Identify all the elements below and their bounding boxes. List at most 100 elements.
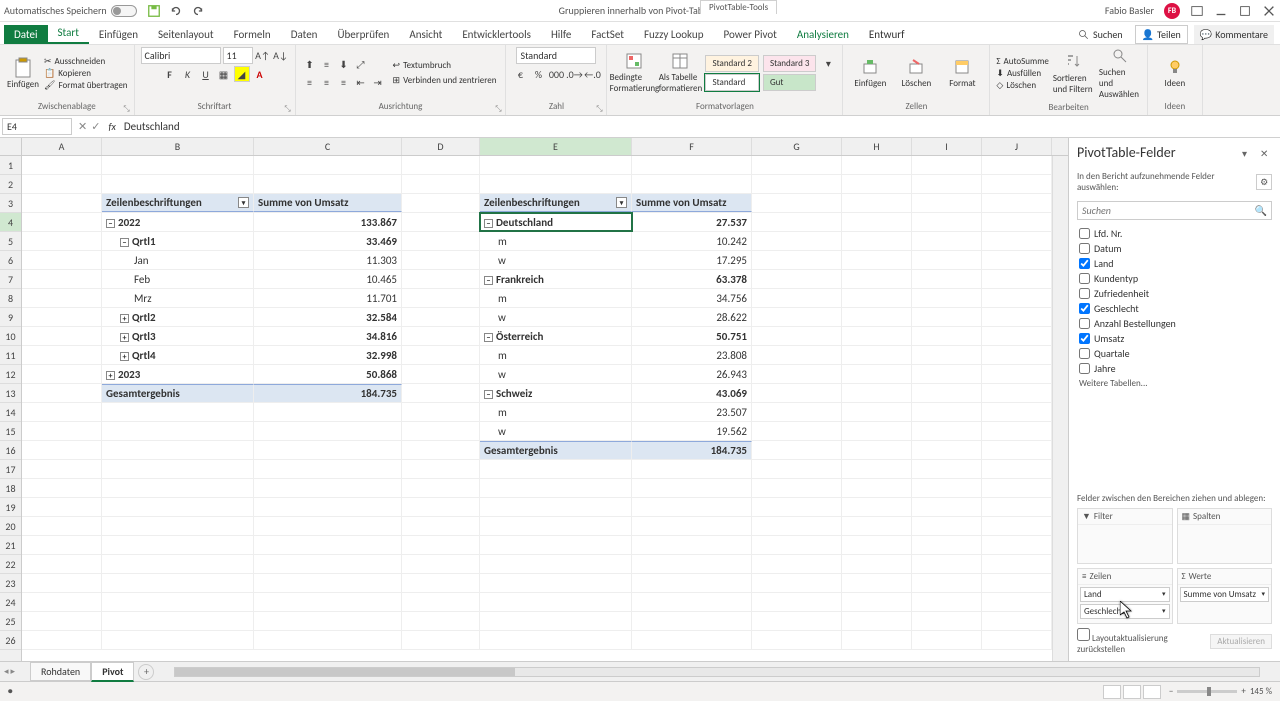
clear-button[interactable]: ◇ Löschen: [996, 80, 1048, 91]
tab-data[interactable]: Daten: [281, 25, 328, 44]
cell[interactable]: −Qrtl1: [102, 232, 254, 250]
field-checkbox[interactable]: [1079, 273, 1090, 284]
col-header-d[interactable]: D: [402, 138, 480, 155]
field-checkbox[interactable]: [1079, 348, 1090, 359]
row-header[interactable]: 6: [0, 251, 21, 270]
row-header[interactable]: 24: [0, 593, 21, 612]
cell[interactable]: 184.735: [254, 384, 402, 402]
filter-area[interactable]: ▼Filter: [1077, 508, 1173, 564]
cell[interactable]: [842, 403, 912, 421]
cell[interactable]: [842, 479, 912, 497]
cell[interactable]: [912, 194, 982, 212]
cell[interactable]: [254, 612, 402, 630]
number-format-select[interactable]: Standard: [516, 47, 596, 64]
cell[interactable]: w: [480, 422, 632, 440]
field-checkbox[interactable]: [1079, 228, 1090, 239]
sheet-nav-first-icon[interactable]: ◂: [4, 666, 9, 677]
cell[interactable]: [912, 308, 982, 326]
cell[interactable]: [632, 517, 752, 535]
cell[interactable]: Mrz: [102, 289, 254, 307]
cell[interactable]: [632, 156, 752, 174]
tab-insert[interactable]: Einfügen: [89, 25, 148, 44]
cell[interactable]: [752, 517, 842, 535]
expand-collapse-icon[interactable]: −: [484, 333, 493, 342]
share-button[interactable]: 👤 Teilen: [1135, 25, 1188, 44]
expand-collapse-icon[interactable]: +: [120, 333, 129, 342]
cell[interactable]: [254, 536, 402, 554]
cell[interactable]: [402, 403, 480, 421]
format-cells-button[interactable]: Format: [941, 58, 983, 89]
cell[interactable]: [254, 555, 402, 573]
expand-collapse-icon[interactable]: −: [484, 276, 493, 285]
update-button[interactable]: Aktualisieren: [1210, 634, 1272, 649]
cell[interactable]: Jan: [102, 251, 254, 269]
taskpane-dropdown-icon[interactable]: ▾: [1242, 147, 1254, 159]
cell[interactable]: [982, 251, 1052, 269]
field-item[interactable]: Lfd. Nr.: [1077, 226, 1272, 241]
cell[interactable]: [102, 574, 254, 592]
cell[interactable]: [982, 403, 1052, 421]
cell[interactable]: [842, 270, 912, 288]
cell[interactable]: [254, 517, 402, 535]
field-item[interactable]: Kundentyp: [1077, 271, 1272, 286]
cell[interactable]: [982, 574, 1052, 592]
increase-font-icon[interactable]: A↑: [255, 48, 271, 64]
cell[interactable]: [912, 612, 982, 630]
cell[interactable]: [632, 498, 752, 516]
cell[interactable]: [752, 498, 842, 516]
cell[interactable]: [632, 460, 752, 478]
format-painter-button[interactable]: 🖌 Format übertragen: [44, 80, 128, 91]
font-color-icon[interactable]: A: [252, 66, 268, 82]
cell[interactable]: [632, 536, 752, 554]
cell[interactable]: m: [480, 289, 632, 307]
cell[interactable]: [402, 631, 480, 649]
field-checkbox[interactable]: [1079, 288, 1090, 299]
cell[interactable]: 19.562: [632, 422, 752, 440]
cut-button[interactable]: ✂ Ausschneiden: [44, 56, 128, 67]
cell[interactable]: [912, 498, 982, 516]
find-select-button[interactable]: Suchen und Auswählen: [1099, 47, 1141, 100]
cell[interactable]: [752, 175, 842, 193]
horizontal-scrollbar[interactable]: [174, 667, 1260, 677]
cell[interactable]: [402, 213, 480, 231]
row-header[interactable]: 2: [0, 175, 21, 194]
cell[interactable]: [402, 346, 480, 364]
decimal-dec-icon[interactable]: ←.0: [584, 66, 600, 82]
cell[interactable]: [982, 156, 1052, 174]
cell[interactable]: [22, 327, 102, 345]
field-checkbox[interactable]: [1079, 333, 1090, 344]
cell[interactable]: 10.465: [254, 270, 402, 288]
row-header[interactable]: 15: [0, 422, 21, 441]
currency-icon[interactable]: €: [512, 66, 528, 82]
page-layout-view-icon[interactable]: [1123, 685, 1141, 699]
cell[interactable]: 63.378: [632, 270, 752, 288]
cell[interactable]: [102, 422, 254, 440]
cell[interactable]: [402, 194, 480, 212]
cell[interactable]: [632, 175, 752, 193]
cell[interactable]: [22, 593, 102, 611]
cell[interactable]: [842, 346, 912, 364]
wrap-text-button[interactable]: ↩ Textumbruch: [390, 59, 500, 72]
cell[interactable]: [22, 403, 102, 421]
comma-icon[interactable]: 000: [548, 66, 564, 82]
cell-style-standard[interactable]: Standard: [705, 74, 758, 91]
cell[interactable]: [912, 593, 982, 611]
cell[interactable]: [912, 631, 982, 649]
columns-area[interactable]: ▦Spalten: [1177, 508, 1273, 564]
cell[interactable]: [982, 270, 1052, 288]
values-area[interactable]: ΣWerte Summe von Umsatz▾: [1177, 568, 1273, 624]
cell[interactable]: [22, 574, 102, 592]
cell[interactable]: [402, 175, 480, 193]
taskpane-settings-icon[interactable]: ⚙: [1256, 174, 1272, 190]
row-header[interactable]: 7: [0, 270, 21, 289]
zoom-out-icon[interactable]: −: [1169, 686, 1173, 697]
cell[interactable]: [22, 289, 102, 307]
cell[interactable]: [480, 460, 632, 478]
align-middle-icon[interactable]: ≡: [319, 56, 335, 72]
underline-icon[interactable]: U: [198, 66, 214, 82]
cell[interactable]: [912, 441, 982, 459]
zoom-level[interactable]: 145 %: [1250, 686, 1272, 697]
cell[interactable]: [842, 517, 912, 535]
row-header[interactable]: 3: [0, 194, 21, 213]
cell[interactable]: 10.242: [632, 232, 752, 250]
